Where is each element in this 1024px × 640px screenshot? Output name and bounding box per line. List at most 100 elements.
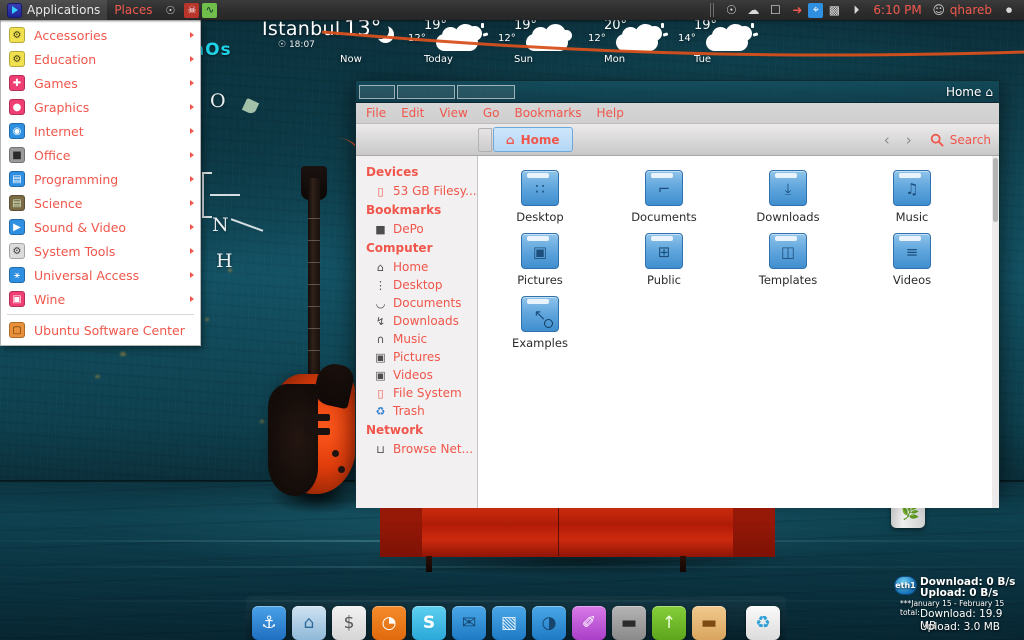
dock-item-updater[interactable]: ↑ (652, 606, 686, 640)
chat-bubble-icon[interactable]: ☐ (764, 0, 786, 20)
menu-item-sound-video[interactable]: ▶ Sound & Video (1, 215, 200, 239)
sidebar-item-depo[interactable]: ■ DePo (356, 220, 477, 238)
dock-item-skype[interactable]: S (412, 606, 446, 640)
menu-go[interactable]: Go (483, 106, 500, 120)
menu-file[interactable]: File (366, 106, 386, 120)
top-panel[interactable]: Applications Places ☉ ☠ ∿ ☉ ☁ ☐ ➜ ⌖ ▩ ⏵ … (0, 0, 1024, 20)
window-close-button[interactable] (457, 84, 515, 99)
menu-item-programming[interactable]: ▤ Programming (1, 167, 200, 191)
menu-view[interactable]: View (439, 106, 467, 120)
weather-day-2: 20° 12° Mon (582, 18, 669, 70)
system-tray[interactable]: ☉ ☁ ☐ ➜ ⌖ ▩ ⏵ 6:10 PM ☺ qhareb ⏺ (706, 0, 1024, 20)
file-item-videos[interactable]: ≡ Videos (850, 231, 974, 294)
menu-item-science[interactable]: ▤ Science (1, 191, 200, 215)
sidebar-item-videos[interactable]: ▣ Videos (356, 366, 477, 384)
file-item-music[interactable]: ♫ Music (850, 168, 974, 231)
user-avatar-icon[interactable]: ☺ (928, 0, 950, 20)
dock-item-home-folder[interactable]: ⌂ (292, 606, 326, 640)
cloud-icon[interactable]: ☁ (742, 0, 764, 20)
breadcrumb-home-button[interactable]: ⌂ Home (493, 127, 573, 152)
menu-item-accessories[interactable]: ⚙ Accessories (1, 23, 200, 47)
navigation-arrows[interactable]: ‹ › (884, 131, 912, 149)
dock-item-web-browser[interactable]: ◑ (532, 606, 566, 640)
search-dot-icon[interactable]: ☉ (159, 0, 181, 20)
search-button[interactable]: Search (930, 133, 991, 147)
menu-item-system-tools[interactable]: ⚙ System Tools (1, 239, 200, 263)
sidebar-item-home[interactable]: ⌂ Home (356, 258, 477, 276)
menu-item-education[interactable]: ⚙ Education (1, 47, 200, 71)
menu-item-ubuntu-software-center[interactable]: ▢ Ubuntu Software Center (1, 318, 200, 342)
path-scroll-left-button[interactable] (478, 127, 492, 152)
username-label[interactable]: qhareb (950, 3, 998, 17)
dock-item-firefox[interactable]: ◔ (372, 606, 406, 640)
file-manager-window[interactable]: Home ⌂ File Edit View Go Bookmarks Help … (355, 80, 1000, 508)
scrollbar-thumb[interactable] (993, 158, 998, 222)
menu-item-games[interactable]: ✚ Games (1, 71, 200, 95)
folder-public-icon: ⊞ (645, 233, 683, 269)
places-label: Places (114, 3, 153, 17)
dock-item-paint[interactable]: ✐ (572, 606, 606, 640)
file-item-templates[interactable]: ◫ Templates (726, 231, 850, 294)
applications-menu-button[interactable]: Applications (0, 0, 108, 20)
file-list-view[interactable]: ∷ Desktop ⌐ Documents ⤓ Downloads ♫ Musi… (478, 156, 999, 508)
nav-back-button[interactable]: ‹ (884, 131, 890, 149)
dock-item-toggle-switch[interactable]: ▬ (612, 606, 646, 640)
sidebar-item-trash[interactable]: ♻ Trash (356, 402, 477, 420)
bluetooth-off-icon[interactable]: ➜ (786, 0, 808, 20)
sidebar-item-filesystem[interactable]: ▯ File System (356, 384, 477, 402)
gear-settings-icon[interactable]: ☉ (720, 0, 742, 20)
panel-grip-handle[interactable] (710, 3, 717, 17)
menu-item-graphics[interactable]: ● Graphics (1, 95, 200, 119)
weather-low: 12° (408, 33, 426, 44)
window-controls[interactable] (356, 84, 515, 99)
window-titlebar[interactable]: Home ⌂ (356, 81, 999, 103)
sidebar-item-pictures[interactable]: ▣ Pictures (356, 348, 477, 366)
dock-item-terminal[interactable]: $ (332, 606, 366, 640)
places-sidebar[interactable]: Devices ▯ 53 GB Filesy... Bookmarks ■ De… (356, 156, 478, 508)
menu-item-internet[interactable]: ◉ Internet (1, 119, 200, 143)
nav-forward-button[interactable]: › (906, 131, 912, 149)
menu-item-wine[interactable]: ▣ Wine (1, 287, 200, 311)
dock-item-text-editor[interactable]: ▧ (492, 606, 526, 640)
power-icon[interactable]: ⏵ (845, 0, 867, 20)
recycle-icon: ♻ (755, 613, 771, 633)
menu-item-universal-access[interactable]: ⚹ Universal Access (1, 263, 200, 287)
sidebar-item-downloads[interactable]: ↯ Downloads (356, 312, 477, 330)
window-maximize-button[interactable] (397, 84, 455, 99)
sidebar-item-desktop[interactable]: ⋮ Desktop (356, 276, 477, 294)
content-scrollbar[interactable] (992, 156, 999, 508)
file-item-examples[interactable]: ↖ Examples (478, 294, 602, 357)
software-center-icon: ▢ (9, 322, 25, 338)
clock[interactable]: 6:10 PM (867, 3, 927, 17)
dock[interactable]: ⚓ ⌂ $ ◔ S ✉ ▧ ◑ ✐ ▬ ↑ ▬ ♻ (246, 596, 786, 640)
menu-edit[interactable]: Edit (401, 106, 424, 120)
file-item-desktop[interactable]: ∷ Desktop (478, 168, 602, 231)
sidebar-item-browse-network[interactable]: ⊔ Browse Net... (356, 440, 477, 458)
menu-bar[interactable]: File Edit View Go Bookmarks Help (356, 103, 999, 124)
menu-help[interactable]: Help (597, 106, 624, 120)
activity-monitor-icon[interactable]: ∿ (202, 2, 218, 18)
signal-bars-icon[interactable]: ▩ (823, 0, 845, 20)
skull-icon[interactable]: ☠ (184, 2, 200, 18)
dock-item-trash[interactable]: ♻ (746, 606, 780, 640)
menu-item-office[interactable]: ■ Office (1, 143, 200, 167)
file-item-documents[interactable]: ⌐ Documents (602, 168, 726, 231)
dock-item-file-manager[interactable]: ▬ (692, 606, 726, 640)
file-item-downloads[interactable]: ⤓ Downloads (726, 168, 850, 231)
dock-item-docky-anchor[interactable]: ⚓ (252, 606, 286, 640)
menu-bookmarks[interactable]: Bookmarks (514, 106, 581, 120)
file-item-public[interactable]: ⊞ Public (602, 231, 726, 294)
applications-menu[interactable]: ⚙ Accessories ⚙ Education ✚ Games ● Grap… (0, 20, 201, 346)
sidebar-item-documents[interactable]: ◡ Documents (356, 294, 477, 312)
file-item-pictures[interactable]: ▣ Pictures (478, 231, 602, 294)
sidebar-item-filesystem-device[interactable]: ▯ 53 GB Filesy... (356, 182, 477, 200)
places-menu-button[interactable]: Places (107, 0, 159, 20)
sidebar-item-music[interactable]: ∩ Music (356, 330, 477, 348)
session-power-icon[interactable]: ⏺ (998, 0, 1020, 20)
window-minimize-button[interactable] (359, 84, 395, 99)
path-toolbar[interactable]: ⌂ Home ‹ › Search (356, 124, 999, 156)
bluetooth-icon[interactable]: ⌖ (808, 2, 824, 18)
dock-item-mail[interactable]: ✉ (452, 606, 486, 640)
wall-speck (95, 375, 100, 378)
file-label: Desktop (516, 210, 564, 224)
